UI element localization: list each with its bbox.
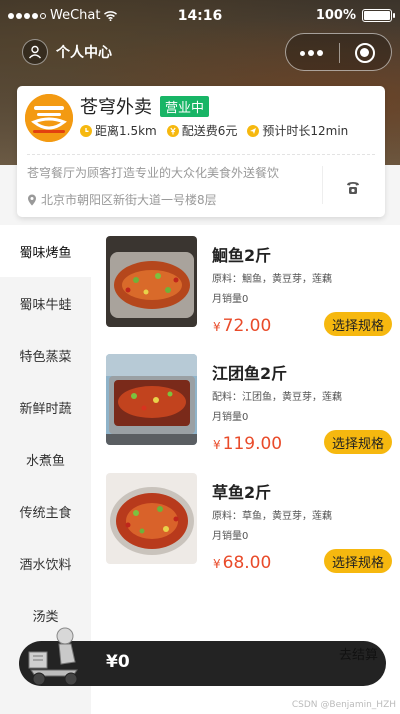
capsule-divider <box>339 43 340 63</box>
delivery-fee-text: 配送费6元 <box>181 124 238 138</box>
price-value: 68.00 <box>222 553 272 573</box>
battery-icon <box>362 9 395 22</box>
shop-description: 苍穹餐厅为顾客打造专业的大众化美食外送餐饮 <box>27 166 280 180</box>
price-symbol: ¥ <box>213 438 221 452</box>
category-item[interactable]: 蜀味烤鱼 <box>0 225 91 277</box>
dish-sales: 月销量0 <box>212 412 249 423</box>
dish-price: ¥119.00 <box>213 434 282 454</box>
category-label: 新鲜时蔬 <box>19 401 72 417</box>
category-item[interactable]: 特色蒸菜 <box>0 329 91 381</box>
target-icon[interactable] <box>355 43 375 63</box>
shop-stats: 距离1.5km 配送费6元 预计时长12min <box>80 122 348 139</box>
category-label: 传统主食 <box>19 505 72 521</box>
dish-name: 草鱼2斤 <box>212 483 272 502</box>
shop-card: 苍穹外卖 营业中 距离1.5km 配送费6元 预计时长12min 苍穹餐厅为顾客… <box>17 86 385 217</box>
category-item[interactable]: 传统主食 <box>0 485 91 537</box>
select-spec-button[interactable]: 选择规格 <box>324 312 392 336</box>
dish-image <box>106 354 197 445</box>
dish-price: ¥72.00 <box>213 316 271 336</box>
category-label: 水煮鱼 <box>25 453 65 469</box>
profile-label: 个人中心 <box>56 45 112 61</box>
clock-icon <box>80 124 92 137</box>
eta-text: 预计时长12min <box>262 124 349 138</box>
watermark: CSDN @Benjamin_HZH <box>291 700 396 710</box>
status-right: 100% <box>315 8 395 23</box>
dish-ingredients: 原料：鮰鱼，黄豆芽，莲藕 <box>212 274 332 285</box>
dish-item[interactable]: 草鱼2斤 原料：草鱼，黄豆芽，莲藕 月销量0 ¥68.00 选择规格 <box>106 473 396 573</box>
category-label: 蜀味牛蛙 <box>19 297 72 313</box>
call-button[interactable] <box>339 174 367 202</box>
phone-divider <box>322 166 323 204</box>
more-icon[interactable] <box>300 50 323 56</box>
yen-icon <box>166 124 179 137</box>
price-value: 119.00 <box>222 434 283 454</box>
category-label: 蜀味烤鱼 <box>19 245 72 261</box>
distance-stat: 距离1.5km <box>80 122 157 139</box>
dish-sales: 月销量0 <box>212 531 249 542</box>
shop-name: 苍穹外卖 <box>80 97 152 118</box>
category-item[interactable]: 酒水饮料 <box>0 537 91 589</box>
price-symbol: ¥ <box>213 320 221 334</box>
dish-name: 鮰鱼2斤 <box>212 246 272 265</box>
category-item[interactable]: 新鲜时蔬 <box>0 381 91 433</box>
price-value: 72.00 <box>222 316 272 336</box>
dish-ingredients: 配料：江团鱼，黄豆芽，莲藕 <box>212 392 342 403</box>
battery-percent: 100% <box>315 8 356 23</box>
card-divider <box>27 154 375 155</box>
category-item[interactable]: 蜀味牛蛙 <box>0 277 91 329</box>
dish-name: 江团鱼2斤 <box>212 364 288 383</box>
dish-price: ¥68.00 <box>213 553 271 573</box>
shop-address: 北京市朝阳区新街大道一号楼8层 <box>27 191 217 208</box>
checkout-button[interactable]: 去结算 <box>339 644 378 663</box>
category-label: 酒水饮料 <box>19 557 72 573</box>
send-icon <box>247 124 260 137</box>
dish-image <box>106 473 197 564</box>
open-status-badge: 营业中 <box>160 96 210 117</box>
dish-item[interactable]: 江团鱼2斤 配料：江团鱼，黄豆芽，莲藕 月销量0 ¥119.00 选择规格 <box>106 354 396 454</box>
category-label: 汤类 <box>32 609 59 625</box>
category-label: 特色蒸菜 <box>19 349 72 365</box>
status-bar: WeChat 14:16 100% <box>0 0 400 34</box>
dish-sales: 月销量0 <box>212 294 249 305</box>
address-text: 北京市朝阳区新街大道一号楼8层 <box>41 193 217 207</box>
select-spec-button[interactable]: 选择规格 <box>324 430 392 454</box>
location-icon <box>28 194 36 205</box>
miniprogram-capsule <box>285 33 392 71</box>
user-icon <box>22 39 48 65</box>
distance-text: 距离1.5km <box>95 124 157 138</box>
delivery-fee-stat: 配送费6元 <box>166 122 238 139</box>
dish-image <box>106 236 197 327</box>
delivery-rider-icon <box>28 627 78 686</box>
shop-logo <box>25 94 73 142</box>
category-item[interactable]: 水煮鱼 <box>0 433 91 485</box>
price-symbol: ¥ <box>213 557 221 571</box>
cart-total: ¥0 <box>106 652 130 672</box>
eta-stat: 预计时长12min <box>247 122 348 139</box>
select-spec-button[interactable]: 选择规格 <box>324 549 392 573</box>
profile-link[interactable]: 个人中心 <box>22 39 112 65</box>
phone-icon <box>347 182 359 194</box>
dish-ingredients: 原料：草鱼，黄豆芽，莲藕 <box>212 511 332 522</box>
dish-item[interactable]: 鮰鱼2斤 原料：鮰鱼，黄豆芽，莲藕 月销量0 ¥72.00 选择规格 <box>106 236 396 336</box>
